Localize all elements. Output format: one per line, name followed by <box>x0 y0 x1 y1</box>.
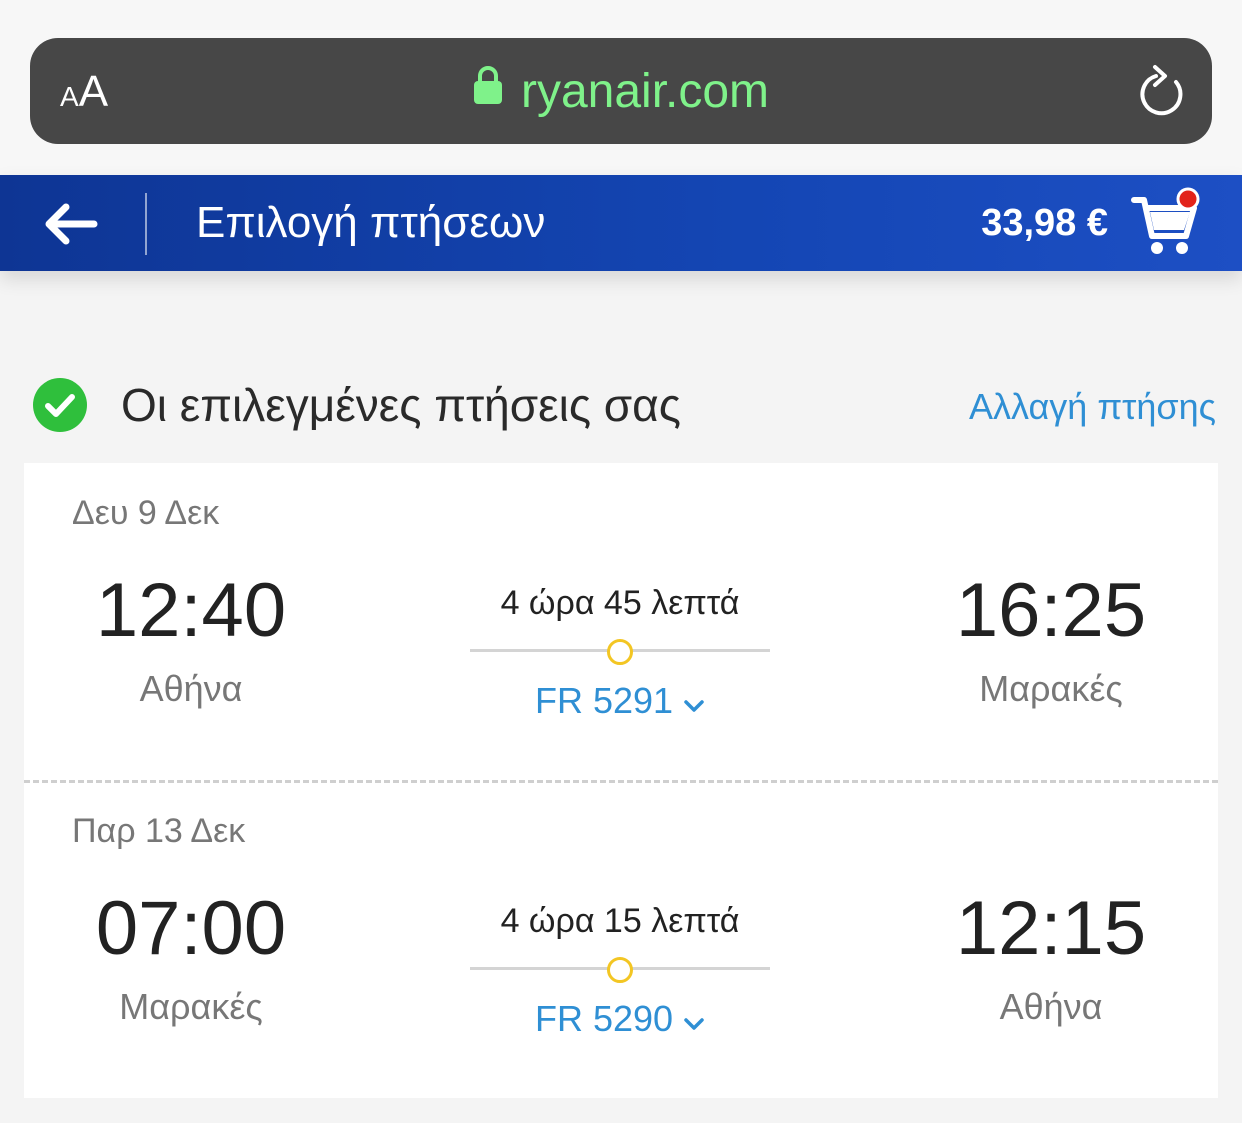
app-header: Επιλογή πτήσεων 33,98 € <box>0 175 1242 271</box>
arrival-time: 16:25 <box>955 568 1147 653</box>
flight-leg-outbound: Δευ 9 Δεκ 12:40 Αθήνα 4 ώρα 45 λεπτά FR … <box>24 463 1218 781</box>
browser-chrome: AA ryanair.com <box>0 0 1242 175</box>
flight-date: Παρ 13 Δεκ <box>72 812 246 850</box>
check-circle-icon <box>33 378 87 432</box>
departure-city: Μαρακές <box>119 986 263 1027</box>
lock-icon <box>473 60 503 120</box>
arrival-time: 12:15 <box>955 886 1147 971</box>
chevron-down-icon <box>683 679 705 723</box>
flight-duration: 4 ώρα 45 λεπτά <box>500 584 740 622</box>
flight-duration: 4 ώρα 15 λεπτά <box>500 902 740 940</box>
arrival-city: Μαρακές <box>979 668 1123 709</box>
flight-number: FR 5290 <box>534 998 674 1039</box>
flight-number-toggle[interactable]: FR 5290 <box>470 997 770 1041</box>
route-midpoint-dot <box>607 639 633 665</box>
shopping-cart-icon[interactable] <box>1130 186 1206 263</box>
chevron-down-icon <box>683 997 705 1041</box>
flight-leg-return: Παρ 13 Δεκ 07:00 Μαρακές 4 ώρα 15 λεπτά … <box>24 781 1218 1099</box>
arrival-city: Αθήνα <box>999 986 1103 1027</box>
page-title: Επιλογή πτήσεων <box>196 198 546 247</box>
arrow-left-icon[interactable] <box>40 199 100 249</box>
cart-total-price[interactable]: 33,98 € <box>981 199 1108 247</box>
header-divider <box>145 193 147 255</box>
flight-number: FR 5291 <box>534 680 674 721</box>
departure-time: 12:40 <box>95 568 287 653</box>
flight-date: Δευ 9 Δεκ <box>72 494 220 532</box>
section-title: Οι επιλεγμένες πτήσεις σας <box>121 379 681 431</box>
selected-flights-header: Οι επιλεγμένες πτήσεις σας Αλλαγή πτήσης <box>0 365 1242 445</box>
flights-card: Δευ 9 Δεκ 12:40 Αθήνα 4 ώρα 45 λεπτά FR … <box>24 463 1218 1098</box>
flight-number-toggle[interactable]: FR 5291 <box>470 679 770 723</box>
route-midpoint-dot <box>607 957 633 983</box>
departure-city: Αθήνα <box>139 668 243 709</box>
url-display[interactable]: ryanair.com <box>0 62 1242 122</box>
reload-icon[interactable] <box>1136 64 1188 125</box>
departure-time: 07:00 <box>95 886 287 971</box>
change-flight-link[interactable]: Αλλαγή πτήσης <box>969 385 1216 429</box>
url-domain: ryanair.com <box>520 65 770 118</box>
